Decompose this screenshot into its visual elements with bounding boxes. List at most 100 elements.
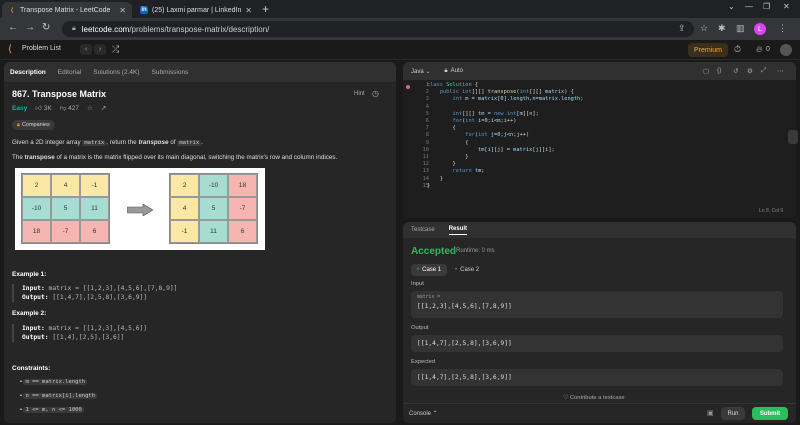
text: of a matrix is the matrix flipped over i… bbox=[54, 154, 338, 161]
language-label: Java bbox=[411, 68, 424, 75]
address-bar-row: ← → ↻ 🔒︎ leetcode.com /problems/transpos… bbox=[0, 18, 800, 40]
fire-icon[interactable]: 🔥︎ bbox=[756, 44, 763, 55]
inline-code: matrix bbox=[177, 140, 202, 146]
reload-icon[interactable]: ↻ bbox=[42, 22, 50, 33]
tab-linkedin[interactable]: in (25) Laxmi parmar | LinkedIn ✕ bbox=[134, 2, 258, 18]
description-tabs: Description Editorial Solutions (2.4K) S… bbox=[4, 62, 396, 82]
maximize-icon[interactable]: ❐ bbox=[763, 2, 770, 11]
like-button[interactable]: 👍︎ 3K bbox=[35, 104, 52, 112]
tab-leetcode[interactable]: ⟨ Transpose Matrix - LeetCode ✕ bbox=[2, 2, 132, 18]
language-select[interactable]: Java ⌄ bbox=[411, 68, 430, 75]
matrix-cell: 6 bbox=[228, 220, 257, 243]
fullscreen-icon[interactable]: ⤢ bbox=[761, 67, 766, 75]
thumbs-up-icon: 👍︎ bbox=[35, 105, 42, 112]
save-icon[interactable]: ▣ bbox=[707, 409, 714, 417]
thumbs-down-icon: 👎︎ bbox=[59, 105, 67, 112]
leetcode-logo-icon[interactable]: ⟨ bbox=[8, 44, 12, 55]
console-label: Console bbox=[409, 411, 432, 417]
more-icon[interactable]: ⋯ bbox=[777, 67, 784, 75]
example-2-output: Output: [[1,4],[2,5],[3,6]] bbox=[22, 334, 124, 341]
line-number: 3 bbox=[425, 96, 429, 103]
tab-label: Transpose Matrix - LeetCode bbox=[20, 6, 111, 14]
next-problem-icon[interactable]: › bbox=[94, 44, 106, 55]
submit-button[interactable]: Submit bbox=[752, 407, 788, 420]
dislike-button[interactable]: 👎︎ 427 bbox=[60, 104, 79, 112]
settings-icon[interactable]: ⚙ bbox=[747, 67, 753, 75]
tab-submissions[interactable]: Submissions bbox=[152, 69, 189, 76]
tab-result[interactable]: Result bbox=[448, 226, 468, 235]
premium-button[interactable]: Premium bbox=[688, 43, 729, 57]
url-host: leetcode.com bbox=[81, 24, 130, 34]
matrix-cell: 18 bbox=[228, 174, 257, 197]
tab-solutions[interactable]: Solutions (2.4K) bbox=[93, 69, 139, 76]
label: Output: bbox=[22, 334, 49, 341]
text: . bbox=[201, 139, 203, 146]
tab-editorial[interactable]: Editorial bbox=[58, 69, 81, 76]
profile-avatar[interactable]: L bbox=[754, 23, 766, 35]
shuffle-icon[interactable]: ⤮ bbox=[112, 44, 119, 55]
star-icon[interactable]: ☆ bbox=[87, 104, 93, 112]
code-editor-panel: Java ⌄ 🔒︎ Auto ▢ {} ↺ ⚙ ⤢ ⋯ 1 2 3 4 5 6 … bbox=[403, 62, 796, 218]
timer-icon[interactable]: ◷ bbox=[372, 89, 379, 98]
share-icon[interactable]: ↗ bbox=[101, 104, 106, 112]
streak-count: 0 bbox=[766, 46, 770, 53]
constraint-item: • m == matrix.length bbox=[20, 379, 88, 385]
back-icon[interactable]: ← bbox=[8, 22, 18, 33]
close-tab-icon[interactable]: ✕ bbox=[119, 6, 126, 15]
panel-divider[interactable] bbox=[396, 62, 400, 423]
companies-label: Companies bbox=[21, 122, 50, 128]
problem-statement: Given a 2D integer array matrix, return … bbox=[12, 138, 382, 148]
side-panel-icon[interactable]: ▥ bbox=[736, 23, 745, 34]
lock-icon: 🔒︎ bbox=[444, 67, 448, 74]
timer-icon[interactable]: ⏱ bbox=[734, 44, 741, 55]
case-2-button[interactable]: • Case 2 bbox=[449, 264, 485, 276]
problem-title: 867. Transpose Matrix bbox=[12, 89, 107, 99]
prev-problem-icon[interactable]: ‹ bbox=[80, 44, 92, 55]
hint-button[interactable]: Hint bbox=[354, 91, 365, 97]
tab-search-icon[interactable]: ⌄ bbox=[728, 2, 735, 11]
companies-tag[interactable]: 🔒︎ Companies bbox=[12, 120, 55, 130]
menu-icon[interactable]: ⋮ bbox=[778, 23, 787, 34]
problem-list-link[interactable]: Problem List bbox=[22, 45, 61, 52]
value: matrix = [[1,2,3],[4,5,6]] bbox=[48, 325, 148, 332]
lock-icon: 🔒︎ bbox=[17, 121, 20, 128]
new-tab-button[interactable]: + bbox=[262, 2, 269, 16]
minimize-icon[interactable]: — bbox=[745, 2, 753, 11]
run-button[interactable]: Run bbox=[721, 407, 745, 420]
example-1-input: Input: matrix = [[1,2,3],[4,5,6],[7,8,9]… bbox=[22, 285, 177, 292]
reset-icon[interactable]: ↺ bbox=[733, 67, 738, 75]
matrix-cell: 4 bbox=[51, 174, 80, 197]
input-value: [[1,2,3],[4,5,6],[7,8,9]] bbox=[417, 303, 512, 310]
tab-testcase[interactable]: Testcase bbox=[411, 227, 435, 233]
side-panel-handle[interactable] bbox=[788, 130, 798, 144]
heart-icon: ♡ bbox=[563, 395, 569, 401]
bookmark-icon[interactable]: ▢ bbox=[703, 67, 709, 75]
matrix-cell: -7 bbox=[228, 197, 257, 220]
result-tabs: Testcase Result bbox=[403, 222, 796, 238]
braces-icon[interactable]: {} bbox=[717, 67, 721, 74]
extensions-icon[interactable]: ✱ bbox=[718, 23, 726, 34]
matrix-cell: 18 bbox=[22, 220, 51, 243]
auto-mode-label[interactable]: Auto bbox=[451, 68, 463, 74]
forward-icon[interactable]: → bbox=[25, 22, 35, 33]
code-area[interactable]: class Solution { public int[][] transpos… bbox=[427, 82, 583, 190]
url-path: /problems/transpose-matrix/description/ bbox=[129, 24, 270, 34]
like-count: 3K bbox=[43, 105, 52, 112]
bookmark-star-icon[interactable]: ☆ bbox=[700, 23, 708, 34]
tab-description[interactable]: Description bbox=[10, 69, 46, 76]
matrix-cell: -1 bbox=[80, 174, 109, 197]
share-icon[interactable]: ⇪ bbox=[678, 23, 686, 34]
value: [[1,4],[2,5],[3,6]] bbox=[52, 334, 125, 341]
line-number: 9 bbox=[425, 139, 429, 146]
case-1-button[interactable]: • Case 1 bbox=[411, 264, 448, 276]
contribute-testcase-link[interactable]: ♡ Contribute a testcase bbox=[563, 395, 625, 401]
user-avatar[interactable] bbox=[780, 44, 792, 56]
line-number: 1 bbox=[425, 82, 429, 88]
matrix-original: 2 4 -1 -10 5 11 18 -7 6 bbox=[21, 173, 110, 244]
url-field[interactable]: 🔒︎ leetcode.com /problems/transpose-matr… bbox=[62, 21, 694, 37]
close-tab-icon[interactable]: ✕ bbox=[245, 6, 252, 15]
close-window-icon[interactable]: ✕ bbox=[783, 2, 790, 11]
console-toggle[interactable]: Console ⌃ bbox=[409, 410, 438, 417]
matrix-cell: 5 bbox=[199, 197, 228, 220]
dislike-count: 427 bbox=[68, 105, 80, 112]
